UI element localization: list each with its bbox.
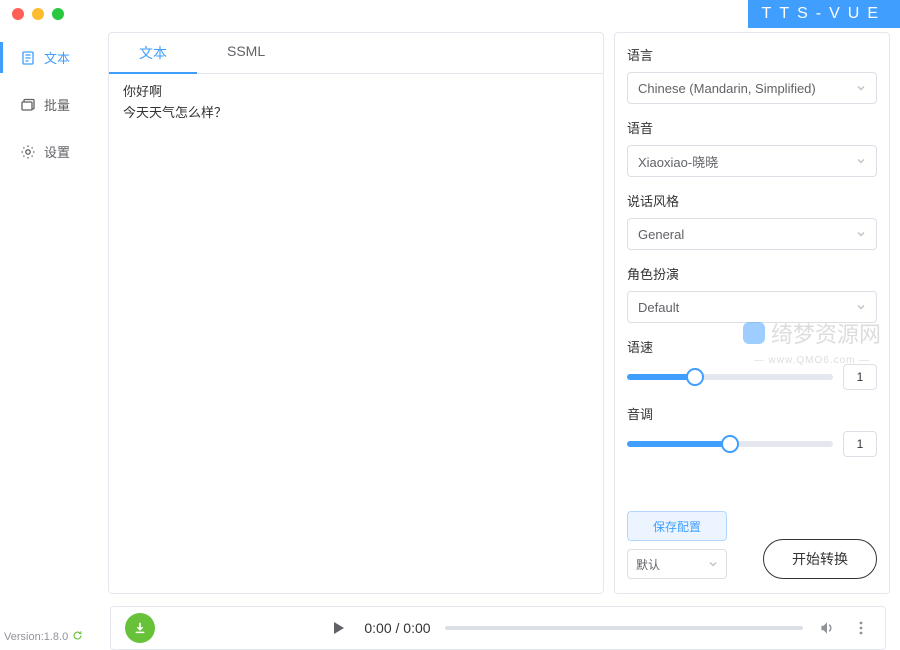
select-voice[interactable]: Xiaoxiao-晓晓 bbox=[627, 145, 877, 177]
label-style: 说话风格 bbox=[627, 191, 877, 210]
app-title: TTS-VUE bbox=[748, 0, 900, 28]
select-preset[interactable]: 默认 bbox=[627, 549, 727, 579]
chevron-down-icon bbox=[856, 229, 866, 239]
download-button[interactable] bbox=[125, 613, 155, 643]
editor-tabs: 文本 SSML bbox=[109, 33, 603, 74]
slider-thumb[interactable] bbox=[721, 435, 739, 453]
close-window-button[interactable] bbox=[12, 8, 24, 20]
minimize-window-button[interactable] bbox=[32, 8, 44, 20]
document-icon bbox=[20, 50, 36, 66]
chevron-down-icon bbox=[856, 83, 866, 93]
editor-panel: 文本 SSML 你好啊 今天天气怎么样？ bbox=[108, 32, 604, 594]
sidebar-item-batch[interactable]: 批量 bbox=[0, 81, 104, 128]
value-speed[interactable]: 1 bbox=[843, 364, 877, 390]
tab-ssml[interactable]: SSML bbox=[197, 33, 295, 73]
sidebar: 文本 批量 设置 Version:1.8.0 bbox=[0, 28, 104, 598]
save-config-button[interactable]: 保存配置 bbox=[627, 511, 727, 541]
traffic-lights bbox=[12, 8, 64, 20]
sidebar-item-text[interactable]: 文本 bbox=[0, 34, 104, 81]
label-role: 角色扮演 bbox=[627, 264, 877, 283]
sidebar-item-settings[interactable]: 设置 bbox=[0, 128, 104, 175]
label-voice: 语音 bbox=[627, 118, 877, 137]
more-icon[interactable] bbox=[851, 618, 871, 638]
sidebar-item-label: 文本 bbox=[44, 48, 70, 67]
chevron-down-icon bbox=[708, 559, 718, 569]
sidebar-item-label: 批量 bbox=[44, 95, 70, 114]
volume-icon[interactable] bbox=[817, 618, 837, 638]
refresh-icon[interactable] bbox=[72, 630, 83, 644]
slider-speed[interactable] bbox=[627, 374, 833, 380]
gear-icon bbox=[20, 144, 36, 160]
maximize-window-button[interactable] bbox=[52, 8, 64, 20]
label-speed: 语速 bbox=[627, 337, 877, 356]
chevron-down-icon bbox=[856, 156, 866, 166]
value-pitch[interactable]: 1 bbox=[843, 431, 877, 457]
label-language: 语言 bbox=[627, 45, 877, 64]
tab-text[interactable]: 文本 bbox=[109, 33, 197, 73]
label-pitch: 音调 bbox=[627, 404, 877, 423]
stack-icon bbox=[20, 97, 36, 113]
sidebar-item-label: 设置 bbox=[44, 142, 70, 161]
start-convert-button[interactable]: 开始转换 bbox=[763, 539, 877, 579]
version-label: Version:1.8.0 bbox=[4, 630, 83, 644]
select-language[interactable]: Chinese (Mandarin, Simplified) bbox=[627, 72, 877, 104]
player-progress[interactable] bbox=[445, 626, 803, 630]
chevron-down-icon bbox=[856, 302, 866, 312]
slider-pitch[interactable] bbox=[627, 441, 833, 447]
titlebar: TTS-VUE bbox=[0, 0, 900, 28]
settings-panel: 语言 Chinese (Mandarin, Simplified) 语音 Xia… bbox=[614, 32, 890, 594]
player-time: 0:00 / 0:00 bbox=[364, 620, 430, 636]
select-style[interactable]: General bbox=[627, 218, 877, 250]
audio-player: 0:00 / 0:00 bbox=[110, 606, 886, 650]
text-editor[interactable]: 你好啊 今天天气怎么样？ bbox=[109, 74, 603, 593]
select-role[interactable]: Default bbox=[627, 291, 877, 323]
editor-line: 今天天气怎么样？ bbox=[123, 103, 589, 124]
slider-thumb[interactable] bbox=[686, 368, 704, 386]
editor-line: 你好啊 bbox=[123, 82, 589, 103]
play-button[interactable] bbox=[326, 616, 350, 640]
